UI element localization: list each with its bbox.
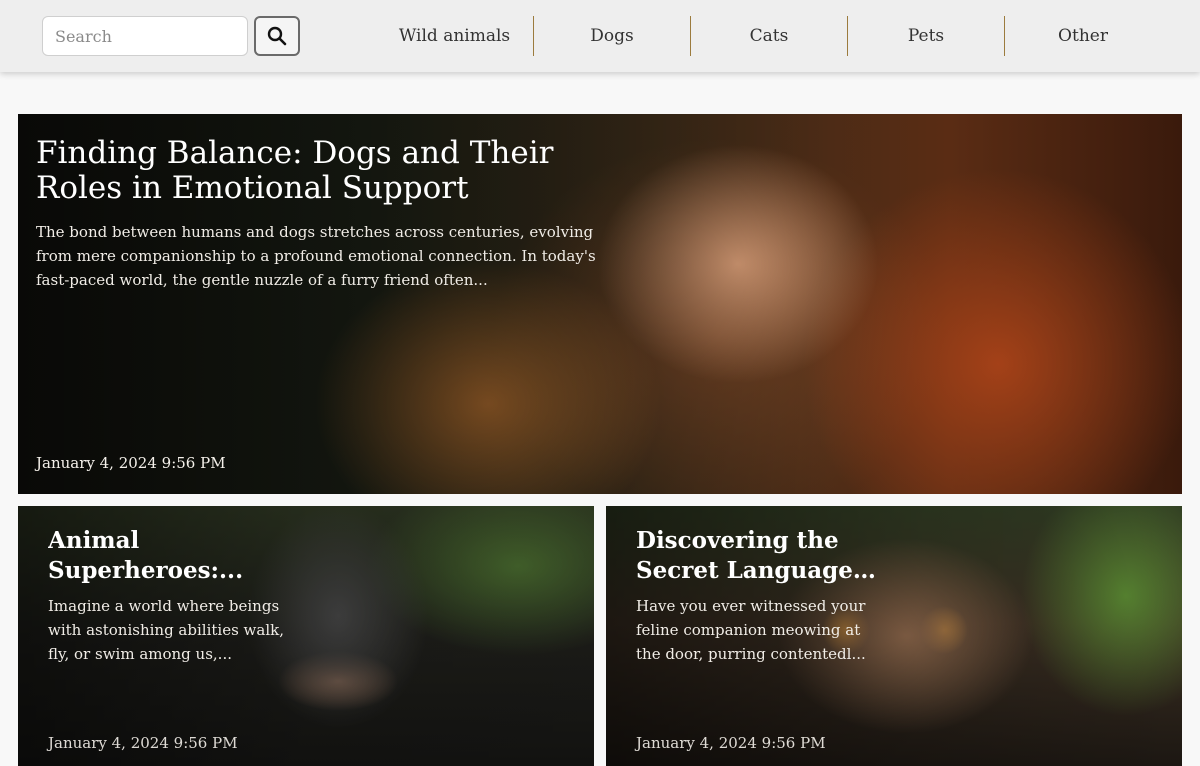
article-date: January 4, 2024 9:56 PM	[636, 734, 826, 752]
article-card[interactable]: Discovering the Secret Language o... Hav…	[606, 506, 1182, 766]
article-excerpt: Have you ever witnessed your feline comp…	[636, 597, 866, 663]
article-title[interactable]: Animal	[48, 526, 288, 556]
category-nav: Wild animals Dogs Cats Pets Other	[376, 16, 1161, 56]
featured-article-title[interactable]: Finding Balance: Dogs and Their Roles in…	[36, 136, 596, 206]
article-title-line-2[interactable]: Secret Language o...	[636, 556, 876, 586]
search-button[interactable]	[254, 16, 300, 56]
search-icon	[267, 26, 287, 46]
featured-article-excerpt: The bond between humans and dogs stretch…	[36, 223, 596, 289]
search-input[interactable]	[42, 16, 248, 56]
featured-article-date: January 4, 2024 9:56 PM	[36, 454, 226, 472]
article-date: January 4, 2024 9:56 PM	[48, 734, 238, 752]
nav-pets[interactable]: Pets	[847, 16, 1004, 56]
article-title[interactable]: Discovering the	[636, 526, 876, 556]
nav-other[interactable]: Other	[1004, 16, 1161, 56]
nav-cats[interactable]: Cats	[690, 16, 847, 56]
top-navbar: Wild animals Dogs Cats Pets Other	[0, 0, 1200, 72]
nav-dogs[interactable]: Dogs	[533, 16, 690, 56]
article-title-line-2[interactable]: Superheroes:...	[48, 556, 288, 586]
nav-wild-animals[interactable]: Wild animals	[376, 16, 533, 56]
article-card[interactable]: Animal Superheroes:... Imagine a world w…	[18, 506, 594, 766]
featured-article-card[interactable]: Finding Balance: Dogs and Their Roles in…	[18, 114, 1182, 494]
article-excerpt: Imagine a world where beings with astoni…	[48, 597, 284, 663]
